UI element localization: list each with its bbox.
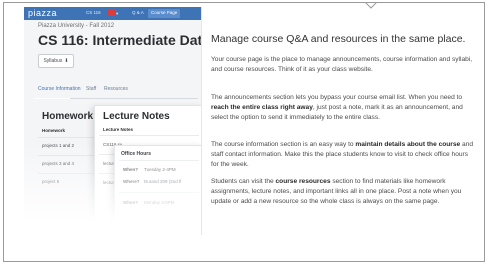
office-hours-value: Durand 209 (2nd fl	[144, 179, 182, 184]
tab-active-indicator	[34, 98, 70, 99]
top-navigation-bar: piazza CS 116 ▾ Q & A Course Page	[24, 7, 201, 20]
notification-badge	[108, 9, 115, 16]
homework-row[interactable]: project 5	[42, 179, 59, 184]
university-term: Piazza University - Fall 2012	[38, 23, 115, 29]
office-hours-value: Monday 3-5PM	[144, 200, 175, 205]
emphasized-text: course resources	[275, 178, 331, 185]
nav-qa-link[interactable]: Q & A	[132, 10, 144, 15]
office-hours-heading: Office Hours	[121, 151, 152, 157]
paragraph-course-resources: Students can visit the course resources …	[211, 177, 477, 207]
homework-heading: Homework	[42, 111, 94, 122]
course-tabs: Course Information Staff Resources	[34, 77, 198, 99]
row-divider	[99, 135, 199, 136]
feature-heading: Manage course Q&A and resources in the s…	[211, 33, 466, 45]
row-divider	[38, 137, 100, 138]
chevron-down-icon[interactable]: ▾	[116, 11, 118, 17]
nav-course-page-link[interactable]: Course Page	[148, 9, 181, 18]
piazza-logo: piazza	[28, 8, 58, 18]
emphasized-text: reach the entire class right away	[211, 104, 313, 111]
callout-caret-icon	[365, 3, 377, 9]
emphasized-text: maintain details about the course	[355, 141, 461, 148]
lecture-notes-heading: Lecture Notes	[103, 111, 170, 122]
syllabus-label: Syllabus	[43, 58, 63, 64]
feature-tour-slide: piazza CS 116 ▾ Q & A Course Page Piazza…	[3, 2, 485, 262]
row-divider	[38, 155, 100, 156]
paragraph-course-information: The course information section is an eas…	[211, 140, 477, 170]
homework-column-header: Homework	[42, 128, 66, 133]
office-hours-label: Where?	[123, 179, 140, 184]
row-divider	[119, 192, 199, 193]
row-divider	[38, 173, 100, 174]
tab-resources[interactable]: Resources	[104, 86, 128, 92]
course-title: CS 116: Intermediate Data Str	[38, 32, 202, 48]
office-hours-label: When?	[123, 167, 138, 172]
office-hours-panel: Office Hours When? Tuesday 2-4PM Where? …	[114, 145, 201, 235]
course-selector[interactable]: CS 116	[86, 10, 101, 15]
tab-course-information[interactable]: Course Information	[38, 86, 81, 92]
homework-row[interactable]: projects 3 and 4	[42, 161, 74, 166]
paragraph-text: Students can visit the	[211, 178, 276, 185]
paragraph-announcements: The announcements section lets you bypas…	[211, 93, 477, 123]
paragraph-text: The course information section is an eas…	[211, 141, 356, 148]
paragraph-overview: Your course page is the place to manage …	[211, 56, 473, 73]
download-icon: ⬇	[64, 58, 69, 64]
tab-staff[interactable]: Staff	[86, 86, 96, 92]
paragraph-text: The announcements section lets you bypas…	[211, 94, 463, 101]
lecture-notes-column-header: Lecture Notes	[103, 127, 134, 132]
homework-row[interactable]: projects 1 and 2	[42, 143, 74, 148]
office-hours-value: Tuesday 2-4PM	[144, 167, 176, 172]
syllabus-button[interactable]: Syllabus ⬇	[38, 54, 74, 68]
office-hours-label: When?	[123, 200, 138, 205]
course-page-preview: piazza CS 116 ▾ Q & A Course Page Piazza…	[24, 7, 202, 235]
row-divider	[119, 160, 199, 161]
